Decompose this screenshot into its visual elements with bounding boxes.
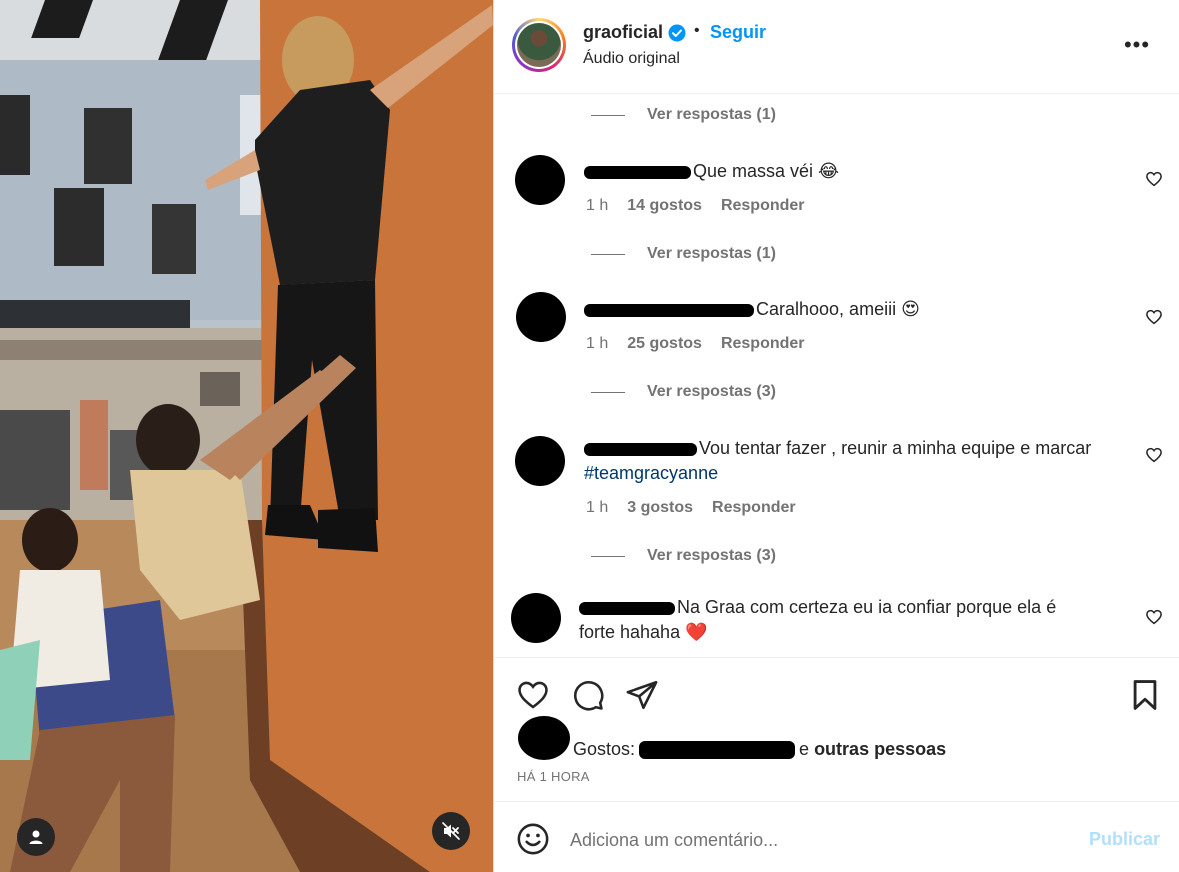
add-comment-bar: Publicar [494,801,1179,872]
post-header: graoficial • Seguir Áudio original ••• [494,0,1179,94]
post-actions: Gostos: e outras pessoas HÁ 1 HORA [494,657,1179,801]
view-replies-button[interactable]: Ver respostas (3) [591,383,776,401]
heart-icon[interactable] [1145,170,1163,188]
view-replies-button[interactable]: Ver respostas (1) [591,245,776,263]
reply-button[interactable]: Responder [721,197,805,215]
user-icon [29,830,43,844]
view-replies-button[interactable]: Ver respostas (1) [591,106,776,124]
commenter-avatar[interactable] [516,292,566,342]
comment-likes[interactable]: 25 gostos [627,335,702,353]
comment-time[interactable]: 1 h [586,499,608,517]
comment-meta: 1 h 14 gostos Responder [586,197,805,215]
redacted-username[interactable] [584,165,691,179]
comment-body: Vou tentar fazer , reunir a minha equipe… [584,438,1092,483]
comment-body: Na Graa com certeza eu ia confiar porque… [579,597,1057,642]
likes-summary[interactable]: Gostos: e outras pessoas [573,739,946,760]
verified-badge-icon [668,24,686,42]
share-icon[interactable] [625,678,659,712]
comment-likes[interactable]: 14 gostos [627,197,702,215]
tagged-users-button[interactable] [17,818,55,856]
bookmark-icon[interactable] [1128,678,1162,712]
commenter-avatar[interactable] [515,436,565,486]
heart-icon[interactable] [1145,446,1163,464]
comment-likes[interactable]: 3 gostos [627,499,693,517]
other-likers-link[interactable]: outras pessoas [814,739,946,759]
post-timestamp[interactable]: HÁ 1 HORA [517,769,590,784]
post-details-panel: graoficial • Seguir Áudio original ••• V… [493,0,1179,872]
separator-dot: • [694,22,700,39]
redacted-username[interactable] [584,303,754,317]
reply-button[interactable]: Responder [712,499,796,517]
post-media[interactable] [0,0,493,872]
emoji-icon[interactable] [516,822,550,856]
heart-icon[interactable] [516,678,550,712]
commenter-avatar[interactable] [511,593,561,643]
publish-button[interactable]: Publicar [1089,829,1160,850]
follow-button[interactable]: Seguir [710,22,766,43]
comments-list[interactable]: Ver respostas (1) Que massa véi 😂 1 h 14… [494,95,1179,657]
comment-time[interactable]: 1 h [586,335,608,353]
audio-label[interactable]: Áudio original [583,50,680,68]
author-avatar[interactable] [512,18,566,72]
comment-icon[interactable] [571,678,605,712]
mute-toggle-button[interactable] [432,812,470,850]
liker-avatar[interactable] [518,716,570,760]
comment-meta: 1 h 25 gostos Responder [586,335,805,353]
redacted-username[interactable] [579,601,675,615]
author-username[interactable]: graoficial [583,22,663,43]
redacted-liker[interactable] [639,741,796,760]
comment-input[interactable] [570,824,1070,856]
commenter-avatar[interactable] [515,155,565,205]
redacted-username[interactable] [584,442,697,456]
audio-muted-icon [442,822,460,840]
heart-icon[interactable] [1145,608,1163,626]
comment-time[interactable]: 1 h [586,197,608,215]
comment-body: Que massa véi 😂 [584,159,839,184]
reply-button[interactable]: Responder [721,335,805,353]
comment-meta: 1 h 3 gostos Responder [586,499,796,517]
comment-body: Caralhooo, ameiii 😍 [584,297,920,322]
heart-icon[interactable] [1145,308,1163,326]
hashtag-link[interactable]: #teamgracyanne [584,463,718,483]
more-options-icon[interactable]: ••• [1122,30,1152,60]
video-frame [0,0,493,872]
view-replies-button[interactable]: Ver respostas (3) [591,547,776,565]
